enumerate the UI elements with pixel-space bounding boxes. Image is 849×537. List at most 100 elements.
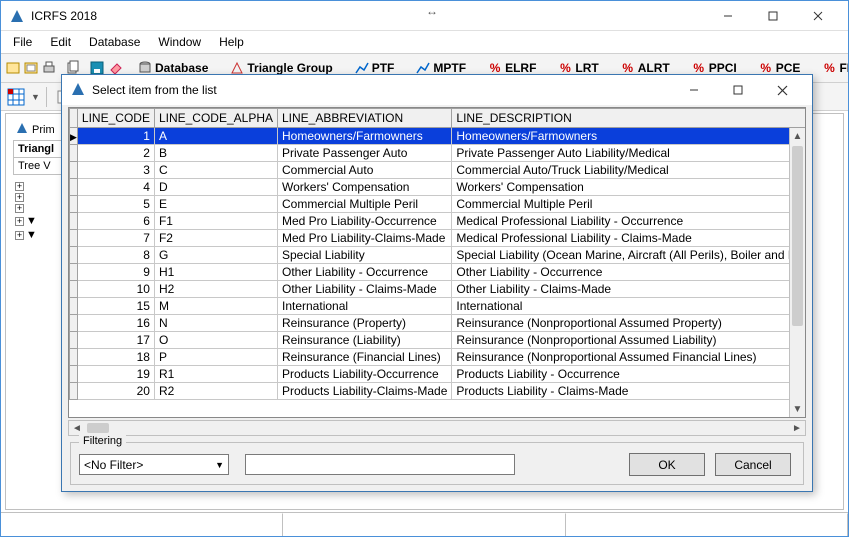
cell-line-abbreviation[interactable]: Commercial Auto [278,162,452,179]
cell-line-code[interactable]: 8 [77,247,154,264]
dialog-minimize-button[interactable] [672,76,716,104]
cell-line-abbreviation[interactable]: Products Liability-Claims-Made [278,383,452,400]
row-header[interactable] [70,213,78,230]
cell-line-abbreviation[interactable]: Commercial Multiple Peril [278,196,452,213]
cell-line-abbreviation[interactable]: Med Pro Liability-Claims-Made [278,230,452,247]
scroll-thumb[interactable] [87,423,109,433]
minimize-button[interactable] [705,2,750,30]
cell-line-code-alpha[interactable]: G [154,247,277,264]
cell-line-code-alpha[interactable]: M [154,298,277,315]
cell-line-description[interactable]: Homeowners/Farmowners [452,128,806,145]
tree-node[interactable]: +▼ [13,214,63,228]
dropdown-arrow-icon[interactable]: ▼ [31,92,40,102]
cell-line-code[interactable]: 17 [77,332,154,349]
cell-line-code-alpha[interactable]: C [154,162,277,179]
dialog-close-button[interactable] [760,76,804,104]
table-row[interactable]: 9H1Other Liability - OccurrenceOther Lia… [70,264,807,281]
cell-line-description[interactable]: Other Liability - Occurrence [452,264,806,281]
table-row[interactable]: 18PReinsurance (Financial Lines)Reinsura… [70,349,807,366]
cell-line-abbreviation[interactable]: Med Pro Liability-Occurrence [278,213,452,230]
cell-line-abbreviation[interactable]: Other Liability - Occurrence [278,264,452,281]
cell-line-code-alpha[interactable]: D [154,179,277,196]
data-grid[interactable]: LINE_CODE LINE_CODE_ALPHA LINE_ABBREVIAT… [68,107,806,418]
expand-icon[interactable]: + [15,193,24,202]
tool-icon-2[interactable] [23,57,39,79]
row-header[interactable] [70,366,78,383]
cell-line-code-alpha[interactable]: B [154,145,277,162]
cell-line-code[interactable]: 16 [77,315,154,332]
cell-line-code[interactable]: 9 [77,264,154,281]
cell-line-abbreviation[interactable]: Other Liability - Claims-Made [278,281,452,298]
cell-line-code-alpha[interactable]: R2 [154,383,277,400]
menu-window[interactable]: Window [150,33,209,51]
table-row[interactable]: 5ECommercial Multiple PerilCommercial Mu… [70,196,807,213]
tree-node[interactable]: + [13,203,63,214]
cell-line-description[interactable]: Workers' Compensation [452,179,806,196]
expand-icon[interactable]: + [15,182,24,191]
expand-icon[interactable]: + [15,217,24,226]
cell-line-code[interactable]: 2 [77,145,154,162]
cell-line-code-alpha[interactable]: R1 [154,366,277,383]
cell-line-code[interactable]: 15 [77,298,154,315]
cell-line-description[interactable]: Medical Professional Liability - Claims-… [452,230,806,247]
cancel-button[interactable]: Cancel [715,453,791,476]
ok-button[interactable]: OK [629,453,705,476]
table-row[interactable]: 2BPrivate Passenger AutoPrivate Passenge… [70,145,807,162]
table-row[interactable]: 6F1Med Pro Liability-OccurrenceMedical P… [70,213,807,230]
col-header-line-code[interactable]: LINE_CODE [77,109,154,128]
cell-line-code[interactable]: 10 [77,281,154,298]
cell-line-description[interactable]: Reinsurance (Nonproportional Assumed Fin… [452,349,806,366]
cell-line-code-alpha[interactable]: F2 [154,230,277,247]
scroll-left-icon[interactable]: ◄ [69,421,85,435]
row-header[interactable] [70,128,78,145]
row-header[interactable] [70,196,78,213]
cell-line-code-alpha[interactable]: N [154,315,277,332]
table-row[interactable]: 4DWorkers' CompensationWorkers' Compensa… [70,179,807,196]
triangle-tab[interactable]: Triangl [13,140,63,158]
cell-line-description[interactable]: Products Liability - Occurrence [452,366,806,383]
row-header[interactable] [70,349,78,366]
col-header-line-code-alpha[interactable]: LINE_CODE_ALPHA [154,109,277,128]
cell-line-description[interactable]: International [452,298,806,315]
row-header[interactable] [70,332,78,349]
row-header[interactable] [70,298,78,315]
table-row[interactable]: 19R1Products Liability-OccurrenceProduct… [70,366,807,383]
cell-line-code-alpha[interactable]: H2 [154,281,277,298]
cell-line-code-alpha[interactable]: A [154,128,277,145]
dialog-maximize-button[interactable] [716,76,760,104]
tree-tab[interactable]: Tree V [13,158,63,175]
tree-node[interactable]: + [13,181,63,192]
cell-line-abbreviation[interactable]: Products Liability-Occurrence [278,366,452,383]
grid-icon[interactable] [5,86,27,108]
expand-icon[interactable]: + [15,204,24,213]
cell-line-abbreviation[interactable]: Reinsurance (Liability) [278,332,452,349]
cell-line-abbreviation[interactable]: Special Liability [278,247,452,264]
cell-line-description[interactable]: Private Passenger Auto Liability/Medical [452,145,806,162]
table-row[interactable]: 15MInternationalInternational [70,298,807,315]
cell-line-code-alpha[interactable]: F1 [154,213,277,230]
cell-line-abbreviation[interactable]: Homeowners/Farmowners [278,128,452,145]
table-row[interactable]: 3CCommercial AutoCommercial Auto/Truck L… [70,162,807,179]
table-row[interactable]: 8GSpecial LiabilitySpecial Liability (Oc… [70,247,807,264]
cell-line-code[interactable]: 19 [77,366,154,383]
cell-line-abbreviation[interactable]: Private Passenger Auto [278,145,452,162]
menu-file[interactable]: File [5,33,40,51]
menu-edit[interactable]: Edit [42,33,79,51]
menu-help[interactable]: Help [211,33,252,51]
horizontal-scrollbar[interactable]: ◄ ► [68,420,806,436]
cell-line-code[interactable]: 3 [77,162,154,179]
tool-icon-1[interactable] [5,57,21,79]
print-icon[interactable] [41,57,57,79]
cell-line-code-alpha[interactable]: H1 [154,264,277,281]
maximize-button[interactable] [750,2,795,30]
scroll-thumb[interactable] [792,146,803,326]
filter-text-input[interactable] [245,454,515,475]
cell-line-code-alpha[interactable]: E [154,196,277,213]
cell-line-code[interactable]: 1 [77,128,154,145]
cell-line-code[interactable]: 20 [77,383,154,400]
cell-line-code[interactable]: 5 [77,196,154,213]
cell-line-abbreviation[interactable]: Workers' Compensation [278,179,452,196]
col-header-line-abbreviation[interactable]: LINE_ABBREVIATION [278,109,452,128]
cell-line-code[interactable]: 7 [77,230,154,247]
cell-line-abbreviation[interactable]: International [278,298,452,315]
